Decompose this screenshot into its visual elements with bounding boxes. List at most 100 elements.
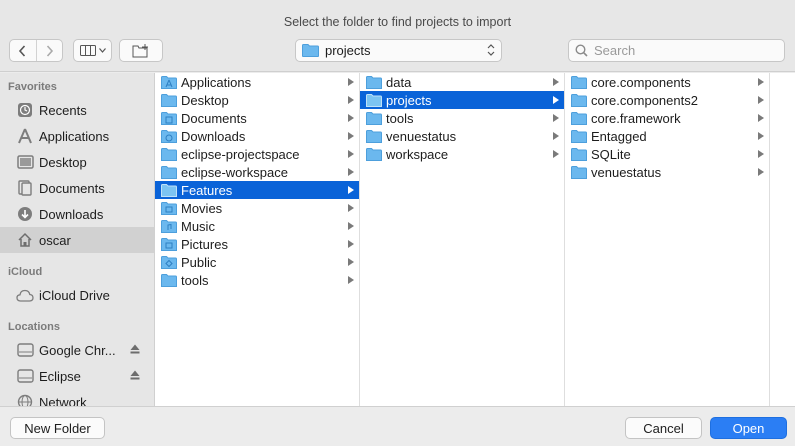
list-item[interactable]: Movies (155, 199, 359, 217)
forward-button[interactable] (35, 40, 62, 61)
search-field[interactable] (568, 39, 785, 62)
sidebar-header-icloud: iCloud (8, 266, 43, 278)
folder-icon (161, 147, 177, 161)
disclosure-arrow-icon (758, 168, 764, 176)
chevron-down-icon (98, 48, 106, 53)
sidebar-item-label: Downloads (39, 206, 104, 222)
list-item-selected[interactable]: projects (360, 91, 564, 109)
list-item[interactable]: core.framework (565, 109, 769, 127)
list-item[interactable]: Documents (155, 109, 359, 127)
downloads-folder-icon (161, 129, 177, 143)
sidebar-item-label: Recents (39, 102, 87, 118)
pictures-folder-icon (161, 237, 177, 251)
browser-column-4[interactable] (770, 73, 795, 406)
view-mode-button[interactable] (73, 39, 112, 62)
folder-icon (366, 129, 382, 143)
sidebar-item-network[interactable]: Network (0, 389, 154, 406)
disclosure-arrow-icon (553, 78, 559, 86)
folder-icon (161, 273, 177, 287)
list-item[interactable]: workspace (360, 145, 564, 163)
disclosure-arrow-icon (348, 96, 354, 104)
browser-column-1[interactable]: Applications Desktop Documents Downloads… (155, 73, 360, 406)
list-item[interactable]: Public (155, 253, 359, 271)
movies-folder-icon (161, 201, 177, 215)
search-icon (575, 44, 588, 57)
list-item[interactable]: Pictures (155, 235, 359, 253)
eject-icon[interactable] (130, 344, 140, 354)
disk-icon (16, 343, 34, 357)
sidebar-item-label: Google Chr... (39, 342, 116, 358)
list-item[interactable]: tools (360, 109, 564, 127)
sidebar-item-eclipse[interactable]: Eclipse (0, 363, 154, 389)
home-icon (18, 232, 32, 247)
disclosure-arrow-icon (348, 240, 354, 248)
sidebar-item-documents[interactable]: Documents (0, 175, 154, 201)
sidebar-item-label: Documents (39, 180, 105, 196)
list-item[interactable]: tools (155, 271, 359, 289)
new-folder-button[interactable]: New Folder (10, 417, 105, 439)
sidebar-item-label: Network (39, 394, 87, 407)
list-item[interactable]: Downloads (155, 127, 359, 145)
folder-icon (161, 183, 177, 197)
disclosure-arrow-icon (553, 132, 559, 140)
eject-icon[interactable] (130, 370, 140, 380)
search-input[interactable] (594, 43, 764, 58)
browser-column-2[interactable]: data projects tools venuestatus workspac… (360, 73, 565, 406)
list-item[interactable]: Desktop (155, 91, 359, 109)
sidebar-header-favorites: Favorites (8, 81, 57, 93)
sidebar-item-label: Applications (39, 128, 110, 144)
path-popup[interactable]: projects (295, 39, 502, 62)
list-item[interactable]: venuestatus (360, 127, 564, 145)
sidebar-item-google-chrome[interactable]: Google Chr... (0, 337, 154, 363)
cancel-button[interactable]: Cancel (625, 417, 702, 439)
list-item[interactable]: Applications (155, 73, 359, 91)
desktop-icon (16, 155, 34, 169)
list-item[interactable]: core.components2 (565, 91, 769, 109)
list-item[interactable]: Entagged (565, 127, 769, 145)
sidebar-item-recents[interactable]: Recents (0, 97, 154, 123)
dialog-footer: New Folder Cancel Open (0, 406, 795, 446)
disclosure-arrow-icon (553, 114, 559, 122)
disclosure-arrow-icon (348, 114, 354, 122)
folder-icon (571, 111, 587, 125)
folder-icon (571, 147, 587, 161)
folder-icon (571, 75, 587, 89)
sidebar-item-oscar[interactable]: oscar (0, 227, 154, 253)
disk-icon (16, 369, 34, 383)
new-folder-toolbar-button[interactable] (119, 39, 163, 62)
open-button[interactable]: Open (710, 417, 787, 439)
list-item[interactable]: eclipse-projectspace (155, 145, 359, 163)
list-item[interactable]: venuestatus (565, 163, 769, 181)
list-item[interactable]: data (360, 73, 564, 91)
disclosure-arrow-icon (758, 114, 764, 122)
applications-folder-icon (161, 75, 177, 89)
list-item-selected[interactable]: Features (155, 181, 359, 199)
cloud-icon (16, 289, 34, 302)
sidebar-item-desktop[interactable]: Desktop (0, 149, 154, 175)
disclosure-arrow-icon (553, 150, 559, 158)
column-view-icon (79, 45, 96, 56)
disclosure-arrow-icon (348, 204, 354, 212)
sidebar-item-applications[interactable]: Applications (0, 123, 154, 149)
dialog-prompt: Select the folder to find projects to im… (283, 15, 512, 29)
disclosure-arrow-icon (348, 222, 354, 230)
folder-icon (366, 93, 382, 107)
folder-icon (161, 111, 177, 125)
folder-icon (571, 129, 587, 143)
folder-icon (161, 165, 177, 179)
folder-icon (366, 75, 382, 89)
disclosure-arrow-icon (758, 132, 764, 140)
folder-icon (571, 165, 587, 179)
list-item[interactable]: SQLite (565, 145, 769, 163)
back-button[interactable] (10, 40, 36, 61)
folder-icon (571, 93, 587, 107)
disclosure-arrow-icon (348, 168, 354, 176)
list-item[interactable]: Music (155, 217, 359, 235)
list-item[interactable]: core.components (565, 73, 769, 91)
applications-icon (18, 128, 32, 144)
list-item[interactable]: eclipse-workspace (155, 163, 359, 181)
downloads-icon (18, 207, 32, 221)
browser-column-3[interactable]: core.components core.components2 core.fr… (565, 73, 770, 406)
sidebar-item-icloud-drive[interactable]: iCloud Drive (0, 282, 154, 308)
sidebar-item-downloads[interactable]: Downloads (0, 201, 154, 227)
